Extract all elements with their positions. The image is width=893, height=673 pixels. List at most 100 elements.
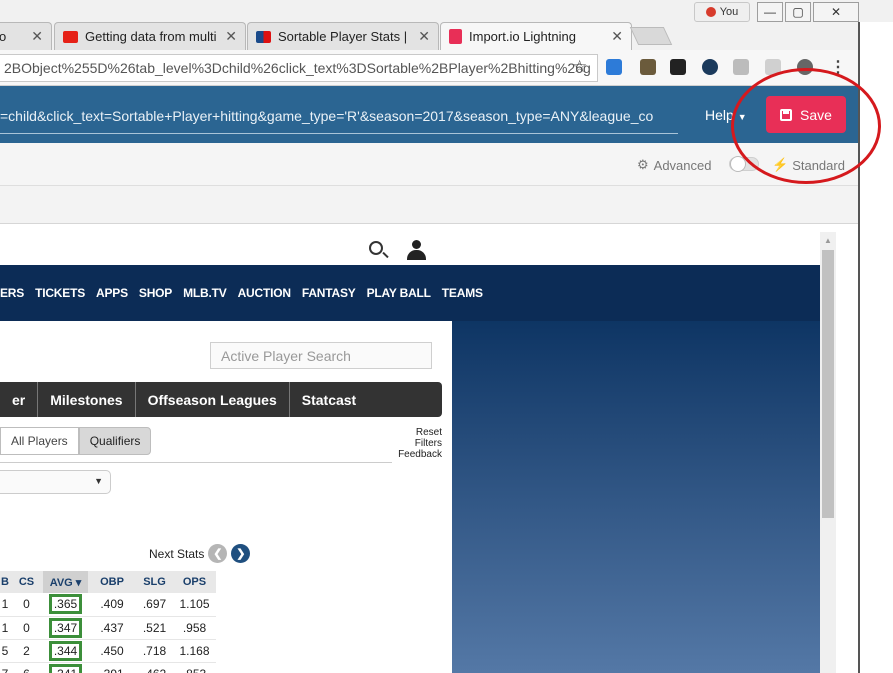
- extension-x-icon[interactable]: [670, 59, 686, 75]
- tab-statcast[interactable]: Statcast: [290, 382, 368, 417]
- qualifiers-button[interactable]: Qualifiers: [78, 427, 152, 455]
- advanced-label: Advanced: [653, 157, 712, 173]
- nav-item-mlbtv[interactable]: MLB.TV: [183, 286, 227, 300]
- close-icon[interactable]: ✕: [611, 28, 623, 45]
- close-icon[interactable]: ✕: [225, 28, 237, 45]
- gears-icon: ⚙: [637, 157, 649, 172]
- mlb-main-nav: ERS TICKETS APPS SHOP MLB.TV AUCTION FAN…: [0, 265, 820, 321]
- reset-filters-link[interactable]: Reset Filters: [386, 427, 442, 449]
- nav-item-auction[interactable]: AUCTION: [238, 286, 291, 300]
- extension-e-icon[interactable]: [702, 59, 718, 75]
- nav-item-fantasy[interactable]: FANTASY: [302, 286, 356, 300]
- menu-kebab-icon[interactable]: ⋮: [830, 59, 846, 76]
- help-menu[interactable]: Help ▼: [705, 107, 747, 123]
- extension-box-icon[interactable]: [733, 59, 749, 75]
- address-bar[interactable]: 2BObject%255D%26tab_level%3Dchild%26clic…: [0, 54, 598, 82]
- column-header-cs[interactable]: CS: [10, 571, 43, 593]
- nav-item-shop[interactable]: SHOP: [139, 286, 172, 300]
- nav-item-play-ball[interactable]: PLAY BALL: [367, 286, 431, 300]
- extension-download-icon[interactable]: [606, 59, 622, 75]
- standard-label: Standard: [792, 157, 845, 173]
- stats-table: B CS AVG ▾ OBP SLG OPS 1 0 .365 .409 .69…: [0, 571, 216, 673]
- scrollbar-thumb[interactable]: [822, 250, 834, 518]
- importio-icon: [449, 29, 462, 44]
- nav-item-apps[interactable]: APPS: [96, 286, 128, 300]
- next-arrow-icon[interactable]: ❯: [231, 544, 251, 563]
- divider: [0, 462, 392, 463]
- save-button[interactable]: Save: [766, 96, 846, 133]
- column-header-avg[interactable]: AVG ▾: [43, 571, 88, 593]
- cell-ops: .853: [173, 662, 216, 673]
- cell-avg-highlighted: .344: [43, 639, 88, 663]
- cell-ops: 1.168: [173, 639, 216, 663]
- tab-partial[interactable]: er: [0, 382, 39, 417]
- help-label: Help: [705, 107, 734, 123]
- avg-value: .341: [48, 663, 83, 673]
- reset-links: Reset Filters Feedback: [386, 427, 442, 460]
- nav-item-tickets[interactable]: TICKETS: [35, 286, 85, 300]
- tab-title: Import.io Lightning: [469, 29, 576, 44]
- extension-hand-icon[interactable]: [640, 59, 656, 75]
- avg-value: .347: [48, 617, 83, 638]
- close-icon[interactable]: ✕: [31, 28, 43, 45]
- browser-tab-4-active[interactable]: Import.io Lightning ✕: [440, 22, 632, 50]
- cell-slg: .462: [136, 662, 173, 673]
- tab-milestones[interactable]: Milestones: [38, 382, 136, 417]
- cell-slg: .697: [136, 593, 173, 617]
- magic-wand-icon: ⚡: [772, 157, 789, 172]
- column-header-ops[interactable]: OPS: [173, 571, 216, 593]
- browser-tab-1[interactable]: o ✕: [0, 22, 52, 50]
- extension-pen-icon[interactable]: [765, 59, 781, 75]
- user-icon[interactable]: [406, 240, 426, 260]
- bookmark-star-icon[interactable]: ☆: [572, 57, 587, 77]
- nav-item[interactable]: ERS: [0, 286, 24, 300]
- cell-cs: 0: [10, 593, 43, 617]
- cell-ops: .958: [173, 616, 216, 640]
- advanced-mode-option[interactable]: ⚙ Advanced: [637, 157, 711, 173]
- feedback-link[interactable]: Feedback: [386, 449, 442, 460]
- table-row: 7 6 .341 .391 .462 .853: [0, 662, 216, 673]
- browser-tab-2[interactable]: Getting data from multip ✕: [54, 22, 246, 50]
- user-icon-body: [407, 250, 426, 260]
- new-tab-button[interactable]: [629, 27, 673, 45]
- page-scrollbar[interactable]: ▲: [820, 232, 836, 673]
- browser-tab-3[interactable]: Sortable Player Stats | Ml ✕: [247, 22, 439, 50]
- cell-obp: .450: [88, 639, 136, 663]
- side-ad-area: [452, 321, 820, 673]
- chevron-down-icon: ▼: [94, 476, 103, 486]
- previous-arrow-icon[interactable]: ❮: [208, 544, 228, 563]
- cell-avg-highlighted: .341: [43, 662, 88, 673]
- tab-title: o: [0, 29, 23, 44]
- tab-title: Getting data from multip: [85, 29, 218, 44]
- column-header-obp[interactable]: OBP: [88, 571, 136, 593]
- all-players-button[interactable]: All Players: [0, 427, 79, 455]
- toggle-knob: [730, 156, 746, 172]
- extension-avatar-icon[interactable]: [797, 59, 813, 75]
- tab-offseason-leagues[interactable]: Offseason Leagues: [136, 382, 290, 417]
- active-player-search-input[interactable]: Active Player Search: [210, 342, 432, 369]
- scroll-up-arrow-icon[interactable]: ▲: [824, 236, 832, 245]
- minimize-button[interactable]: —: [757, 2, 783, 22]
- table-header-row: B CS AVG ▾ OBP SLG OPS: [0, 571, 216, 593]
- importio-url-field[interactable]: =child&click_text=Sortable+Player+hittin…: [0, 108, 678, 134]
- nav-item-teams[interactable]: TEAMS: [442, 286, 483, 300]
- next-stats-label: Next Stats: [149, 546, 205, 561]
- maximize-button[interactable]: ▢: [785, 2, 811, 22]
- close-icon[interactable]: ✕: [418, 28, 430, 45]
- profile-chip[interactable]: You: [694, 2, 750, 22]
- cell-b: 1: [0, 616, 10, 640]
- table-row: 1 0 .365 .409 .697 1.105: [0, 593, 216, 617]
- window-edge: [858, 22, 893, 673]
- column-header-slg[interactable]: SLG: [136, 571, 173, 593]
- close-window-button[interactable]: ✕: [813, 2, 859, 22]
- mode-bar: ⚙ Advanced ⚡ Standard: [0, 143, 858, 186]
- standard-mode-option[interactable]: ⚡ Standard: [772, 157, 845, 173]
- mode-toggle[interactable]: [729, 156, 759, 172]
- cell-slg: .718: [136, 639, 173, 663]
- table-row: 1 0 .347 .437 .521 .958: [0, 616, 216, 640]
- cell-ops: 1.105: [173, 593, 216, 617]
- search-icon[interactable]: [369, 241, 383, 255]
- column-header-b[interactable]: B: [0, 571, 10, 593]
- season-dropdown[interactable]: ▼: [0, 470, 111, 494]
- secondary-bar: [0, 186, 858, 224]
